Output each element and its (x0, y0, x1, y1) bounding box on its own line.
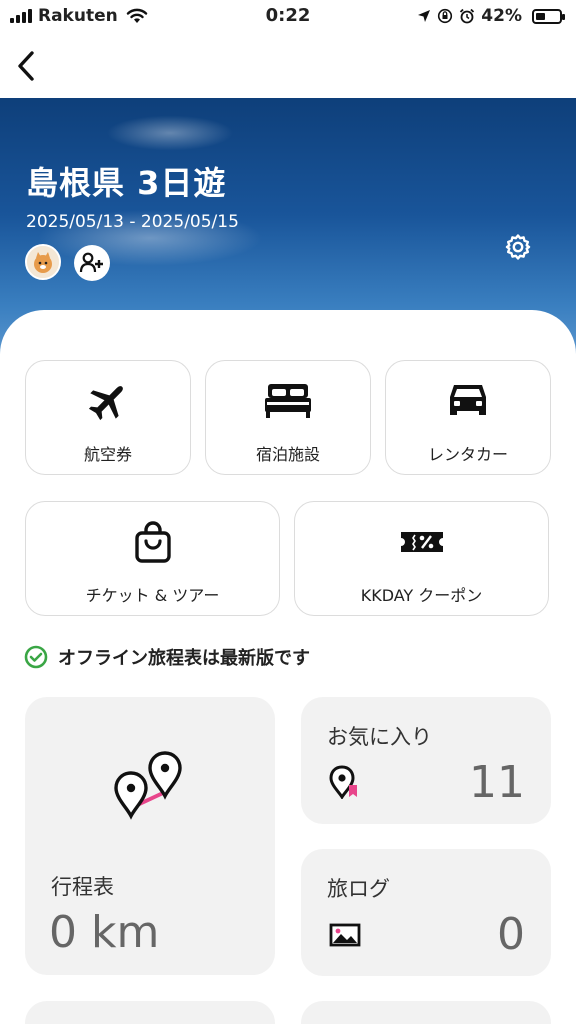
tickets-tours-button[interactable]: チケット & ツアー (25, 501, 280, 616)
trip-title: 島根県 3日遊 (26, 164, 227, 202)
orientation-lock-icon (438, 8, 453, 24)
kkday-coupon-button[interactable]: KKDAY クーポン (294, 501, 549, 616)
avatar[interactable] (25, 244, 61, 280)
favorites-card[interactable]: お気に入り 11 (301, 697, 551, 824)
flights-button[interactable]: 航空券 (25, 360, 191, 475)
accommodation-label: 宿泊施設 (255, 445, 320, 464)
airplane-icon (88, 386, 123, 421)
card-partial-right[interactable] (301, 1001, 551, 1024)
tickets-tours-label: チケット & ツアー (85, 586, 220, 605)
car-icon (450, 385, 486, 415)
accommodation-button[interactable]: 宿泊施設 (205, 360, 371, 475)
travel-log-title: 旅ログ (327, 877, 390, 901)
status-bar: Rakuten 0:22 42% (0, 0, 576, 34)
avatar-image (27, 246, 59, 278)
trip-dates: 2025/05/13 - 2025/05/15 (26, 212, 239, 232)
shopping-bag-icon (134, 521, 171, 563)
offline-status: オフライン旅程表は最新版です (24, 644, 310, 670)
trip-settings-button[interactable] (501, 230, 535, 264)
check-circle-icon (24, 645, 48, 669)
back-button[interactable] (10, 46, 42, 86)
add-person-icon (79, 252, 103, 273)
battery-icon (532, 8, 565, 24)
itinerary-card[interactable]: 行程表 0 km (25, 697, 275, 975)
location-arrow-icon (418, 10, 431, 22)
chevron-left-icon (18, 51, 34, 81)
nav-bar (0, 34, 576, 98)
flights-label: 航空券 (83, 445, 132, 464)
itinerary-distance: 0 km (49, 907, 160, 958)
alarm-icon (460, 8, 475, 24)
battery-percent: 42% (481, 6, 522, 26)
pin-bookmark-icon (329, 765, 357, 799)
itinerary-title: 行程表 (51, 875, 114, 899)
kkday-coupon-label: KKDAY クーポン (360, 586, 483, 605)
rental-car-label: レンタカー (427, 445, 508, 464)
travel-log-card[interactable]: 旅ログ 0 (301, 849, 551, 976)
add-member-button[interactable] (74, 245, 110, 281)
rental-car-button[interactable]: レンタカー (385, 360, 551, 475)
card-partial-left[interactable] (25, 1001, 275, 1024)
favorites-title: お気に入り (327, 725, 432, 749)
bed-icon (265, 384, 311, 418)
travel-log-count: 0 (497, 909, 525, 960)
route-pins-icon (114, 751, 182, 820)
favorites-count: 11 (469, 757, 525, 808)
offline-status-text: オフライン旅程表は最新版です (58, 648, 310, 669)
gear-icon (505, 234, 531, 260)
status-indicators: 42% (417, 6, 565, 26)
photo-icon (329, 923, 361, 947)
coupon-ticket-icon (400, 532, 443, 552)
